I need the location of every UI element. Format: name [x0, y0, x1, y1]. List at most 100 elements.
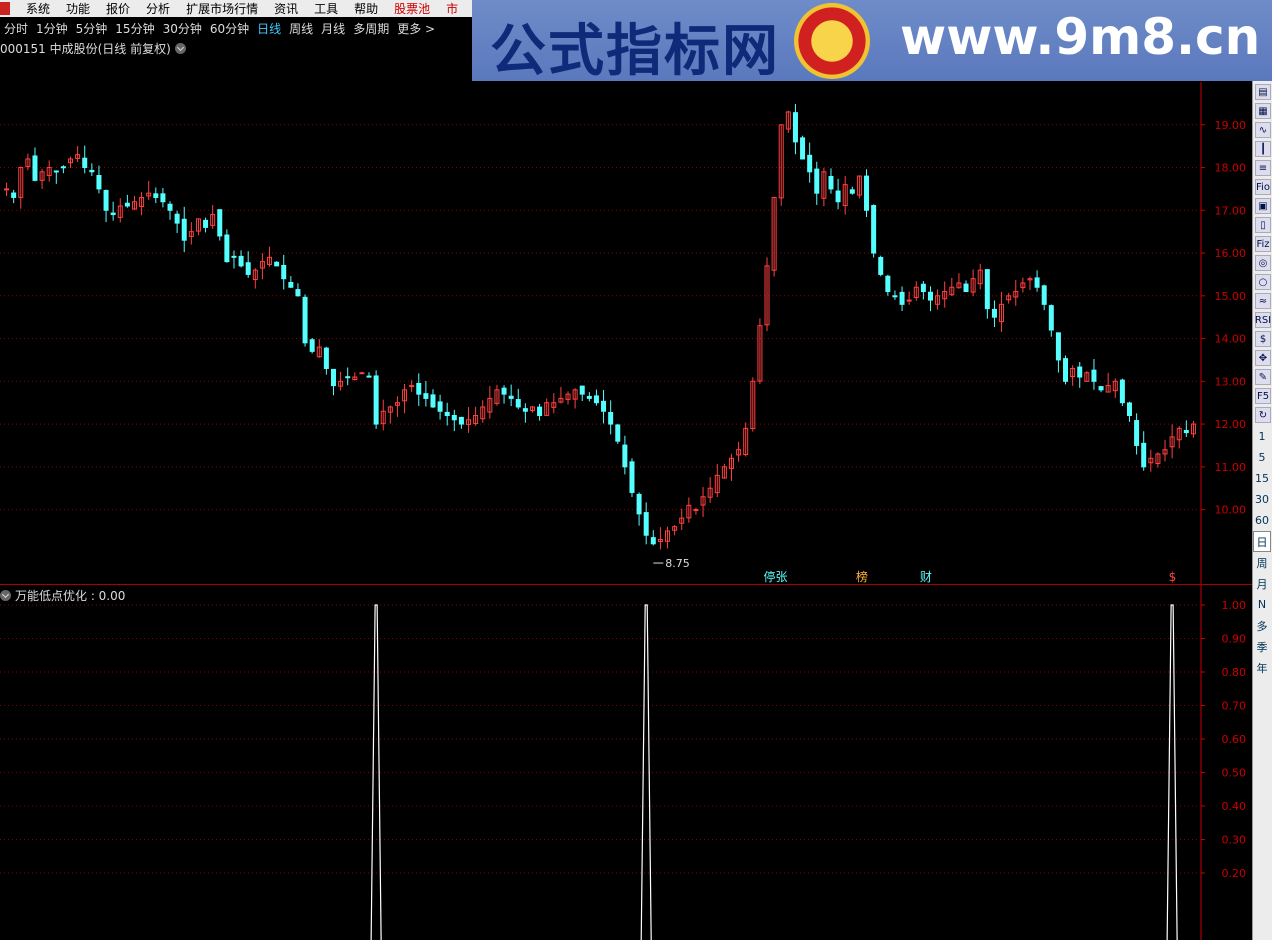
ring-icon[interactable]: ◎	[1255, 255, 1271, 271]
candle-body	[416, 382, 422, 395]
price-tick-label: 12.00	[1215, 418, 1247, 431]
candle-body	[1055, 332, 1061, 361]
table-icon[interactable]: ▦	[1255, 103, 1271, 119]
candle-body	[515, 399, 521, 408]
candle-body	[622, 444, 628, 468]
candle-body	[864, 175, 870, 211]
price-tick-label: 13.00	[1215, 375, 1247, 388]
candle-body	[1034, 277, 1040, 288]
candle-body	[920, 283, 926, 293]
f5-icon[interactable]: F5	[1255, 388, 1271, 404]
candle-body	[288, 281, 294, 288]
candle-body	[430, 394, 436, 408]
candle-body	[693, 509, 699, 512]
candle-body	[927, 291, 933, 301]
candle-body	[224, 234, 230, 263]
f10-icon[interactable]: Fio	[1255, 179, 1271, 195]
candle-body	[650, 537, 656, 545]
candle-body	[458, 416, 464, 425]
candle-body	[963, 283, 969, 293]
indicator-tick-label: 0.90	[1222, 633, 1247, 646]
candle-body	[11, 192, 17, 198]
candle-body	[892, 295, 898, 298]
indicator-tick-label: 0.80	[1222, 666, 1247, 679]
toolbar-period-30[interactable]: 30	[1253, 489, 1271, 510]
price-tick-label: 19.00	[1215, 119, 1247, 132]
candle-body	[1126, 402, 1132, 417]
news-icon[interactable]: ▣	[1255, 198, 1271, 214]
kline-icon[interactable]: ▤	[1255, 84, 1271, 100]
indicator-tick-label: 0.50	[1222, 767, 1247, 780]
candle-body	[330, 368, 336, 387]
candle-body	[281, 264, 287, 280]
pencil-icon[interactable]: ✎	[1255, 369, 1271, 385]
price-tick-label: 14.00	[1215, 333, 1247, 346]
candle-body	[245, 262, 251, 275]
candle-body	[274, 261, 280, 267]
toolbar-period-year[interactable]: 年	[1253, 657, 1271, 678]
money-icon[interactable]: $	[1255, 331, 1271, 347]
candle-body	[89, 169, 95, 173]
candle-body	[800, 137, 806, 160]
toolbar-period-month[interactable]: 月	[1253, 573, 1271, 594]
price-tick-label: 17.00	[1215, 204, 1247, 217]
candle-body	[984, 269, 990, 310]
price-tick-label: 18.00	[1215, 162, 1247, 175]
candle-body	[878, 257, 884, 275]
candle-body	[409, 385, 415, 388]
toolbar-period-multi[interactable]: 多	[1253, 615, 1271, 636]
candle-body	[885, 275, 891, 293]
candle-body	[160, 193, 166, 203]
file-icon[interactable]: ▯	[1255, 217, 1271, 233]
candle-body	[1091, 369, 1097, 382]
candle-body	[835, 190, 841, 203]
candle-body	[601, 400, 607, 412]
candle-body	[849, 189, 855, 194]
indicator-tick-label: 1.00	[1222, 599, 1247, 612]
candle-body	[153, 193, 159, 198]
price-chart[interactable]: 19.00 18.00 17.00 16.00 15.00 14.00 13.00 12.00…	[0, 0, 1252, 584]
candle-body	[124, 202, 130, 207]
candle-body	[1183, 430, 1189, 434]
toolbar-period-n[interactable]: N	[1253, 594, 1271, 615]
list-icon[interactable]: ≡	[1255, 160, 1271, 176]
refresh-icon[interactable]: ↻	[1255, 407, 1271, 423]
toolbar-period-quarter[interactable]: 季	[1253, 636, 1271, 657]
candle-body	[828, 175, 834, 190]
bar-chart-icon[interactable]: ┃	[1255, 141, 1271, 157]
low-price-label: 8.75	[665, 557, 690, 570]
toolbar-period-60[interactable]: 60	[1253, 510, 1271, 531]
line-chart-icon[interactable]: ∿	[1255, 122, 1271, 138]
toolbar-period-week[interactable]: 周	[1253, 552, 1271, 573]
rsi-icon[interactable]: RSI	[1255, 312, 1271, 328]
indicator-chart[interactable]: 1.00 0.90 0.80 0.70 0.60 0.50 0.40 0.30 0.20	[0, 585, 1252, 940]
fiz-icon[interactable]: Fiz	[1255, 236, 1271, 252]
toolbar-period-1[interactable]: 1	[1253, 426, 1271, 447]
candle-body	[60, 166, 66, 169]
toolbar-period-5[interactable]: 5	[1253, 447, 1271, 468]
candle-body	[1077, 366, 1083, 378]
candle-body	[636, 493, 642, 515]
candle-body	[906, 299, 912, 302]
candle-body	[579, 385, 585, 395]
indicator-icon[interactable]: ≈	[1255, 293, 1271, 309]
candle-body	[593, 395, 599, 404]
candle-body	[323, 347, 329, 369]
candle-body	[217, 209, 223, 237]
candle-body	[871, 205, 877, 254]
signal-spike	[640, 604, 652, 940]
toolbar-period-day[interactable]: 日	[1253, 531, 1271, 552]
circle-icon[interactable]: ○	[1255, 274, 1271, 290]
price-tick-label: 15.00	[1215, 290, 1247, 303]
candle-body	[32, 155, 38, 181]
price-tick-label: 11.00	[1215, 461, 1247, 474]
toolbar-period-15[interactable]: 15	[1253, 468, 1271, 489]
candle-body	[807, 154, 813, 173]
candle-body	[608, 411, 614, 425]
move-icon[interactable]: ✥	[1255, 350, 1271, 366]
candle-body	[295, 289, 301, 297]
candle-body	[899, 291, 905, 305]
candle-body	[167, 203, 173, 211]
event-marker-label: $	[1169, 570, 1177, 584]
candle-body	[53, 170, 59, 173]
